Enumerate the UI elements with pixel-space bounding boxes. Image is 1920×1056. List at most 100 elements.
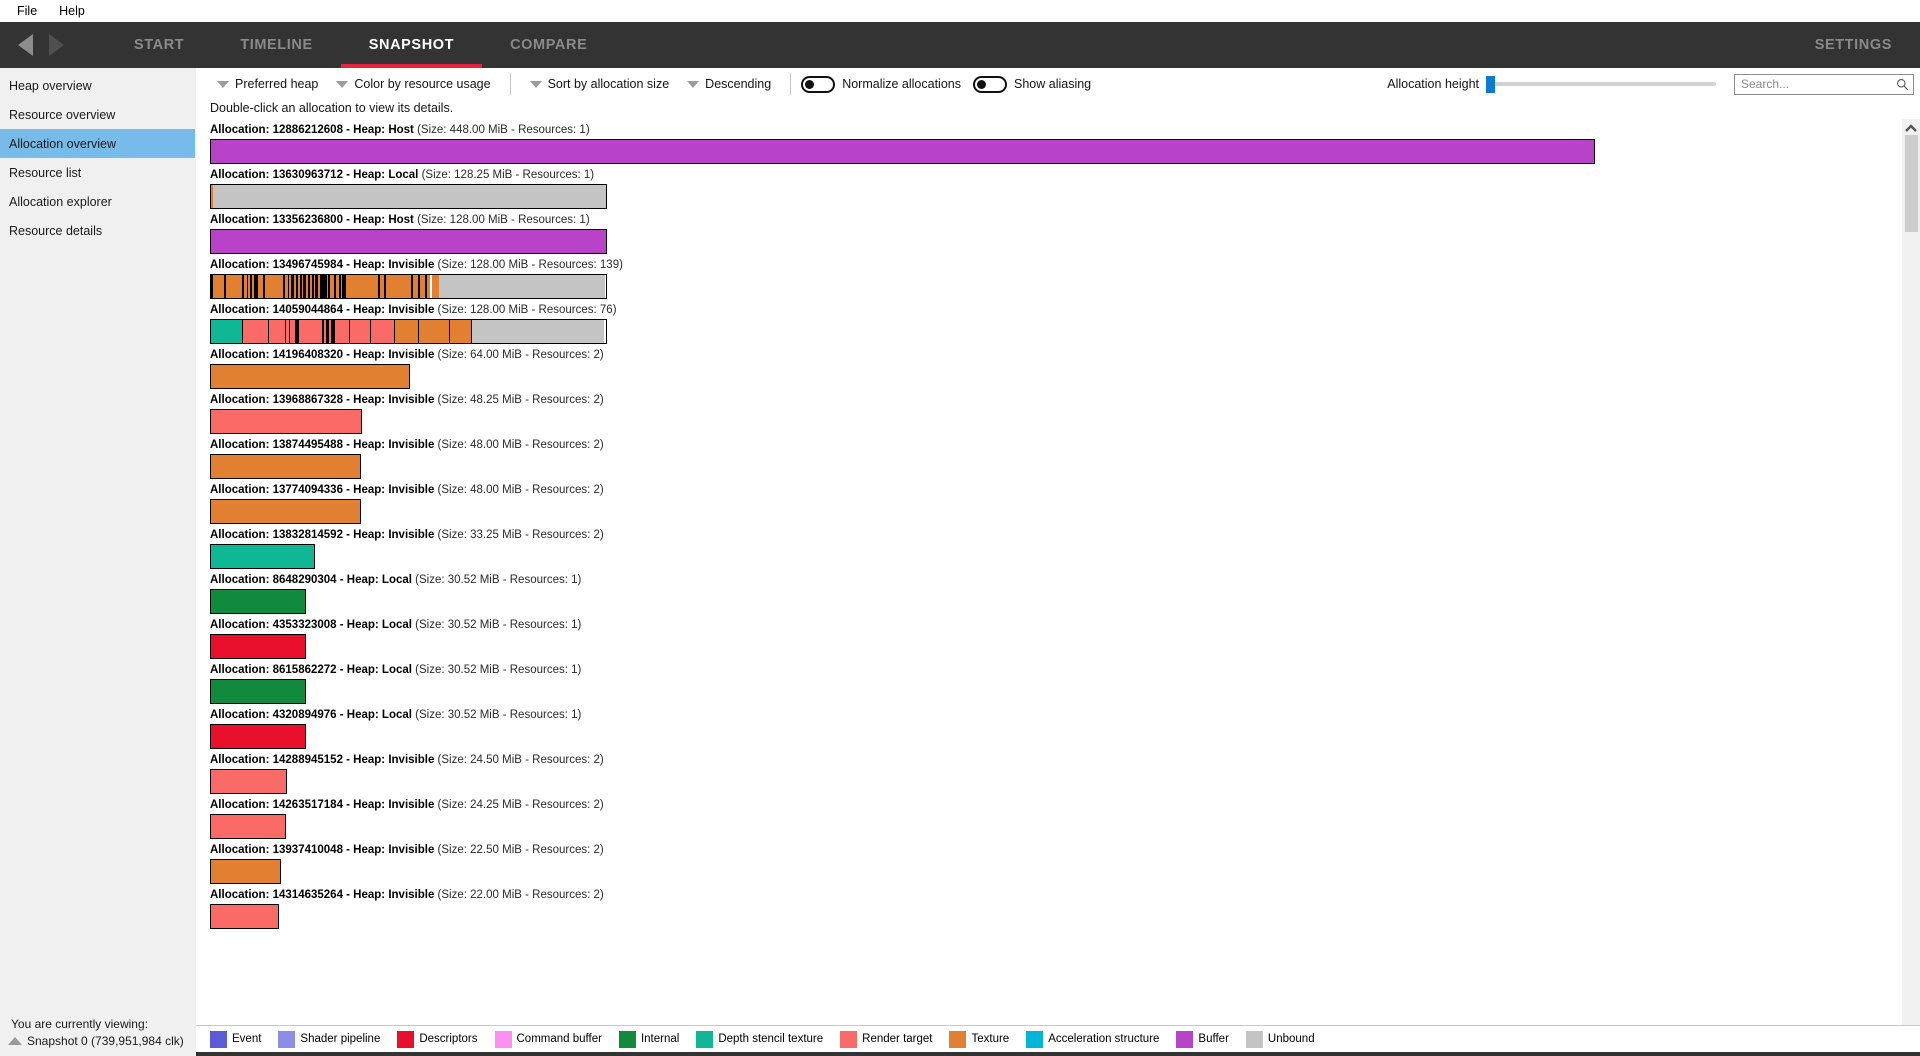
allocation-bar[interactable] bbox=[210, 364, 410, 389]
sort-order-dropdown[interactable]: Descending bbox=[678, 77, 780, 91]
legend-item: Texture bbox=[949, 1031, 1009, 1048]
allocation-segment bbox=[211, 365, 409, 388]
chevron-up-icon[interactable] bbox=[1905, 124, 1917, 133]
allocation-bar[interactable] bbox=[210, 634, 306, 659]
allocation-row[interactable]: Allocation: 13874495488 - Heap: Invisibl… bbox=[210, 438, 1902, 479]
menu-item-help[interactable]: Help bbox=[48, 2, 96, 20]
legend-item: Descriptors bbox=[397, 1031, 477, 1048]
sidebar-item-resource-overview[interactable]: Resource overview bbox=[0, 100, 195, 129]
allocation-segment bbox=[243, 320, 269, 343]
slider-track bbox=[1486, 82, 1716, 86]
allocation-bar[interactable] bbox=[210, 769, 287, 794]
normalize-allocations-label: Normalize allocations bbox=[842, 77, 961, 91]
tab-timeline[interactable]: TIMELINE bbox=[212, 22, 340, 68]
allocation-bar[interactable] bbox=[210, 724, 306, 749]
sidebar-item-resource-list[interactable]: Resource list bbox=[0, 158, 195, 187]
search-box[interactable] bbox=[1734, 74, 1914, 95]
preferred-heap-dropdown[interactable]: Preferred heap bbox=[208, 77, 327, 91]
canvas-wrapper: Allocation: 12886212608 - Heap: Host (Si… bbox=[196, 119, 1920, 1025]
allocation-row[interactable]: Allocation: 4353323008 - Heap: Local (Si… bbox=[210, 618, 1902, 659]
arrow-right-icon[interactable] bbox=[49, 34, 64, 56]
legend-swatch bbox=[210, 1031, 227, 1048]
allocation-height-label: Allocation height bbox=[1387, 77, 1479, 91]
allocation-segment bbox=[472, 320, 604, 343]
allocation-row[interactable]: Allocation: 14263517184 - Heap: Invisibl… bbox=[210, 798, 1902, 839]
allocation-bar[interactable] bbox=[210, 904, 279, 929]
allocation-bar[interactable] bbox=[210, 229, 607, 254]
allocation-row[interactable]: Allocation: 14059044864 - Heap: Invisibl… bbox=[210, 303, 1902, 344]
scrollbar-thumb[interactable] bbox=[1905, 135, 1918, 232]
allocation-label: Allocation: 13832814592 - Heap: Invisibl… bbox=[210, 528, 1902, 542]
allocation-row[interactable]: Allocation: 14288945152 - Heap: Invisibl… bbox=[210, 753, 1902, 794]
sidebar-item-allocation-explorer[interactable]: Allocation explorer bbox=[0, 187, 195, 216]
allocation-label: Allocation: 13874495488 - Heap: Invisibl… bbox=[210, 438, 1902, 452]
allocation-bar[interactable] bbox=[210, 679, 306, 704]
allocation-segment bbox=[265, 275, 283, 298]
legend-label: Event bbox=[232, 1033, 261, 1045]
allocation-row[interactable]: Allocation: 13968867328 - Heap: Invisibl… bbox=[210, 393, 1902, 434]
allocation-bar[interactable] bbox=[210, 274, 607, 299]
allocation-row[interactable]: Allocation: 13356236800 - Heap: Host (Si… bbox=[210, 213, 1902, 254]
allocation-segment bbox=[432, 275, 439, 298]
show-aliasing-toggle[interactable] bbox=[973, 76, 1007, 93]
allocation-bar[interactable] bbox=[210, 319, 607, 344]
color-mode-dropdown[interactable]: Color by resource usage bbox=[327, 77, 499, 91]
allocation-segment bbox=[211, 905, 278, 928]
show-aliasing-label: Show aliasing bbox=[1014, 77, 1091, 91]
tab-compare[interactable]: COMPARE bbox=[482, 22, 615, 68]
allocation-row[interactable]: Allocation: 8615862272 - Heap: Local (Si… bbox=[210, 663, 1902, 704]
allocation-label: Allocation: 14059044864 - Heap: Invisibl… bbox=[210, 303, 1902, 317]
allocation-row[interactable]: Allocation: 13496745984 - Heap: Invisibl… bbox=[210, 258, 1902, 299]
snapshot-indicator[interactable]: Snapshot 0 (739,951,984 clk) bbox=[8, 1034, 187, 1048]
sort-by-dropdown[interactable]: Sort by allocation size bbox=[521, 77, 679, 91]
allocation-bar[interactable] bbox=[210, 814, 286, 839]
allocation-row[interactable]: Allocation: 14314635264 - Heap: Invisibl… bbox=[210, 888, 1902, 929]
bottom-bar bbox=[196, 1052, 1920, 1056]
menu-item-file[interactable]: File bbox=[6, 2, 48, 20]
allocation-label: Allocation: 13356236800 - Heap: Host (Si… bbox=[210, 213, 1902, 227]
arrow-left-icon[interactable] bbox=[18, 34, 33, 56]
allocation-bar[interactable] bbox=[210, 589, 306, 614]
sort-order-label: Descending bbox=[705, 77, 771, 91]
allocation-row[interactable]: Allocation: 13774094336 - Heap: Invisibl… bbox=[210, 483, 1902, 524]
allocation-row[interactable]: Allocation: 8648290304 - Heap: Local (Si… bbox=[210, 573, 1902, 614]
allocation-height-slider[interactable] bbox=[1486, 76, 1716, 93]
allocation-bar[interactable] bbox=[210, 544, 315, 569]
allocation-row[interactable]: Allocation: 13630963712 - Heap: Local (S… bbox=[210, 168, 1902, 209]
vertical-scrollbar[interactable] bbox=[1902, 119, 1920, 1025]
allocation-segment bbox=[211, 455, 360, 478]
allocation-segment bbox=[419, 320, 450, 343]
allocation-bar[interactable] bbox=[210, 859, 281, 884]
allocation-row[interactable]: Allocation: 4320894976 - Heap: Local (Si… bbox=[210, 708, 1902, 749]
allocation-label: Allocation: 13774094336 - Heap: Invisibl… bbox=[210, 483, 1902, 497]
settings-button[interactable]: SETTINGS bbox=[1787, 22, 1920, 68]
color-mode-label: Color by resource usage bbox=[354, 77, 490, 91]
legend-swatch bbox=[696, 1031, 713, 1048]
allocation-row[interactable]: Allocation: 12886212608 - Heap: Host (Si… bbox=[210, 123, 1902, 164]
allocation-label: Allocation: 8648290304 - Heap: Local (Si… bbox=[210, 573, 1902, 587]
allocation-bar[interactable] bbox=[210, 139, 1595, 164]
legend-item: Depth stencil texture bbox=[696, 1031, 823, 1048]
tab-start[interactable]: START bbox=[106, 22, 212, 68]
allocation-bar[interactable] bbox=[210, 454, 361, 479]
sidebar-item-heap-overview[interactable]: Heap overview bbox=[0, 71, 195, 100]
allocation-canvas: Allocation: 12886212608 - Heap: Host (Si… bbox=[196, 119, 1902, 1025]
legend-label: Buffer bbox=[1198, 1033, 1228, 1045]
sidebar-item-allocation-overview[interactable]: Allocation overview bbox=[0, 129, 195, 158]
allocation-bar[interactable] bbox=[210, 184, 607, 209]
search-input[interactable] bbox=[1741, 77, 1896, 91]
legend-item: Event bbox=[210, 1031, 261, 1048]
allocation-bar[interactable] bbox=[210, 409, 362, 434]
allocation-bar[interactable] bbox=[210, 499, 361, 524]
allocation-row[interactable]: Allocation: 14196408320 - Heap: Invisibl… bbox=[210, 348, 1902, 389]
legend-swatch bbox=[278, 1031, 295, 1048]
slider-handle[interactable] bbox=[1486, 76, 1495, 93]
allocation-row[interactable]: Allocation: 13937410048 - Heap: Invisibl… bbox=[210, 843, 1902, 884]
allocation-row[interactable]: Allocation: 13832814592 - Heap: Invisibl… bbox=[210, 528, 1902, 569]
chevron-down-icon bbox=[530, 81, 542, 88]
allocation-segment bbox=[211, 410, 361, 433]
tab-snapshot[interactable]: SNAPSHOT bbox=[341, 22, 482, 68]
sidebar-item-resource-details[interactable]: Resource details bbox=[0, 216, 195, 245]
normalize-allocations-toggle[interactable] bbox=[801, 76, 835, 93]
legend-label: Command buffer bbox=[517, 1033, 602, 1045]
